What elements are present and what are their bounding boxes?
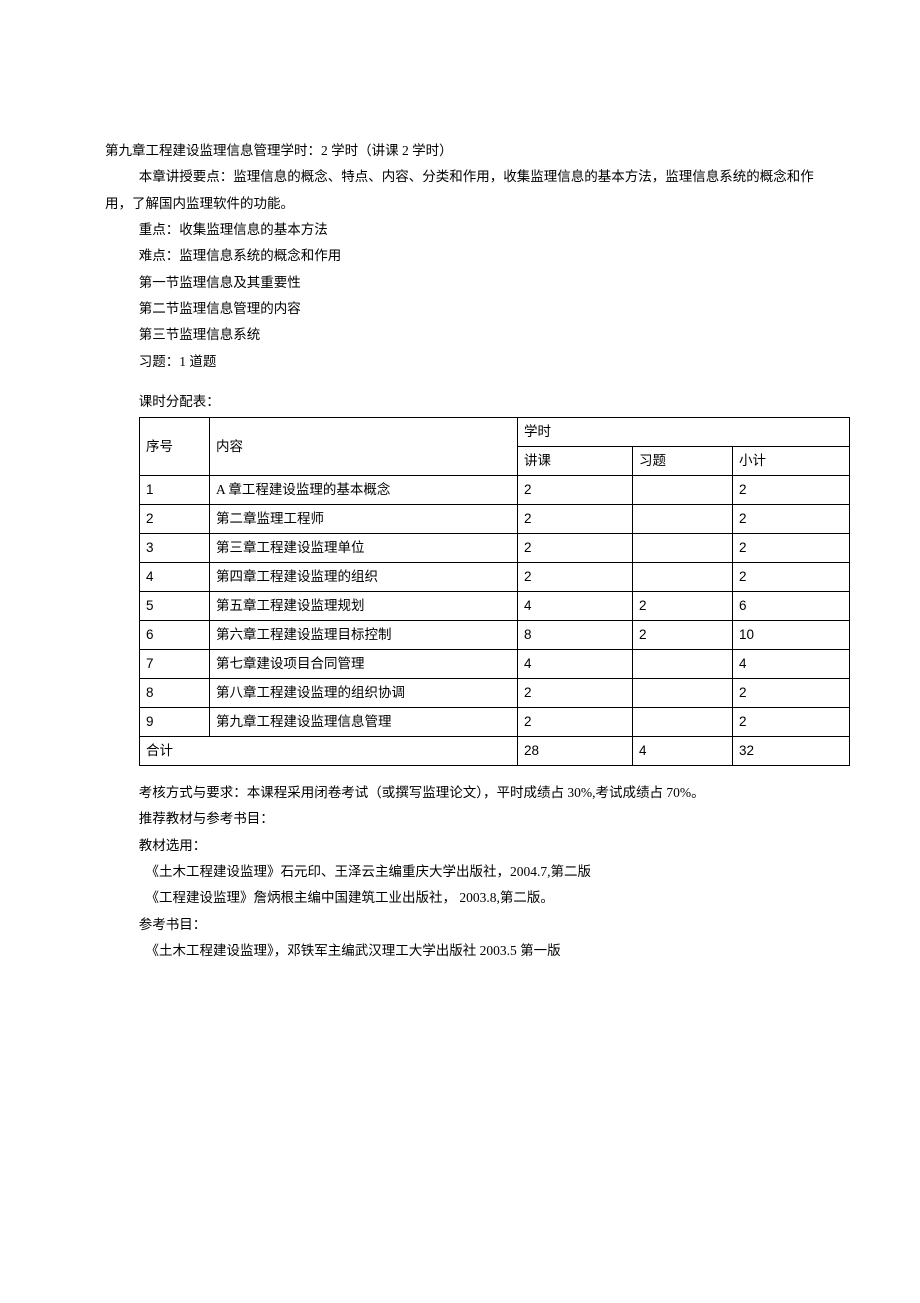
cell-subtotal: 2 xyxy=(733,679,850,708)
cell-lecture: 8 xyxy=(518,621,633,650)
cell-content: 第七章建设项目合同管理 xyxy=(210,650,518,679)
table-row: 1 A 章工程建设监理的基本概念 2 2 xyxy=(140,476,850,505)
cell-content: 第二章监理工程师 xyxy=(210,505,518,534)
cell-lecture: 2 xyxy=(518,505,633,534)
table-row: 5 第五章工程建设监理规划 4 2 6 xyxy=(140,592,850,621)
chapter-section-1: 第一节监理信息及其重要性 xyxy=(105,270,815,296)
textbook-item-2: 《工程建设监理》詹炳根主编中国建筑工业出版社， 2003.8,第二版。 xyxy=(105,885,815,911)
table-row: 7 第七章建设项目合同管理 4 4 xyxy=(140,650,850,679)
textbook-heading: 教材选用： xyxy=(105,833,815,859)
table-header-row: 序号 内容 学时 xyxy=(140,418,850,447)
cell-subtotal: 2 xyxy=(733,563,850,592)
cell-index: 9 xyxy=(140,708,210,737)
cell-subtotal: 2 xyxy=(733,534,850,563)
header-content: 内容 xyxy=(210,418,518,476)
cell-lecture: 2 xyxy=(518,708,633,737)
cell-lecture: 2 xyxy=(518,563,633,592)
cell-total-label: 合计 xyxy=(140,737,518,766)
header-hours: 学时 xyxy=(518,418,850,447)
cell-index: 1 xyxy=(140,476,210,505)
cell-exercise xyxy=(633,563,733,592)
cell-subtotal: 10 xyxy=(733,621,850,650)
cell-lecture: 4 xyxy=(518,650,633,679)
chapter-section-2: 第二节监理信息管理的内容 xyxy=(105,296,815,322)
header-index: 序号 xyxy=(140,418,210,476)
cell-exercise: 2 xyxy=(633,592,733,621)
cell-exercise xyxy=(633,679,733,708)
cell-lecture: 4 xyxy=(518,592,633,621)
cell-content: A 章工程建设监理的基本概念 xyxy=(210,476,518,505)
cell-subtotal: 2 xyxy=(733,476,850,505)
cell-content: 第九章工程建设监理信息管理 xyxy=(210,708,518,737)
table-row: 3 第三章工程建设监理单位 2 2 xyxy=(140,534,850,563)
chapter-points: 本章讲授要点：监理信息的概念、特点、内容、分类和作用，收集监理信息的基本方法，监… xyxy=(105,164,815,217)
cell-index: 5 xyxy=(140,592,210,621)
cell-subtotal: 4 xyxy=(733,650,850,679)
table-row: 4 第四章工程建设监理的组织 2 2 xyxy=(140,563,850,592)
reference-item-1: 《土木工程建设监理》，邓铁军主编武汉理工大学出版社 2003.5 第一版 xyxy=(105,938,815,964)
reference-heading: 参考书目： xyxy=(105,912,815,938)
header-exercise: 习题 xyxy=(633,447,733,476)
cell-exercise xyxy=(633,708,733,737)
cell-index: 3 xyxy=(140,534,210,563)
table-row: 6 第六章工程建设监理目标控制 8 2 10 xyxy=(140,621,850,650)
cell-content: 第六章工程建设监理目标控制 xyxy=(210,621,518,650)
allocation-title: 课时分配表： xyxy=(105,389,815,415)
cell-content: 第四章工程建设监理的组织 xyxy=(210,563,518,592)
cell-content: 第三章工程建设监理单位 xyxy=(210,534,518,563)
cell-total-lecture: 28 xyxy=(518,737,633,766)
cell-subtotal: 2 xyxy=(733,505,850,534)
chapter-heading: 第九章工程建设监理信息管理学时：2 学时（讲课 2 学时） xyxy=(105,138,815,164)
cell-exercise: 2 xyxy=(633,621,733,650)
cell-exercise xyxy=(633,534,733,563)
cell-index: 8 xyxy=(140,679,210,708)
header-subtotal: 小计 xyxy=(733,447,850,476)
cell-exercise xyxy=(633,505,733,534)
allocation-table: 序号 内容 学时 讲课 习题 小计 1 A 章工程建设监理的基本概念 2 2 2… xyxy=(139,417,850,766)
cell-total-exercise: 4 xyxy=(633,737,733,766)
textbook-item-1: 《土木工程建设监理》石元印、王泽云主编重庆大学出版社，2004.7,第二版 xyxy=(105,859,815,885)
cell-index: 7 xyxy=(140,650,210,679)
header-lecture: 讲课 xyxy=(518,447,633,476)
cell-content: 第八章工程建设监理的组织协调 xyxy=(210,679,518,708)
cell-lecture: 2 xyxy=(518,679,633,708)
cell-exercise xyxy=(633,650,733,679)
table-row: 9 第九章工程建设监理信息管理 2 2 xyxy=(140,708,850,737)
table-row: 8 第八章工程建设监理的组织协调 2 2 xyxy=(140,679,850,708)
chapter-difficulty: 难点：监理信息系统的概念和作用 xyxy=(105,243,815,269)
chapter-section-3: 第三节监理信息系统 xyxy=(105,322,815,348)
cell-total-subtotal: 32 xyxy=(733,737,850,766)
chapter-focus: 重点：收集监理信息的基本方法 xyxy=(105,217,815,243)
cell-subtotal: 2 xyxy=(733,708,850,737)
table-total-row: 合计 28 4 32 xyxy=(140,737,850,766)
recommend-heading: 推荐教材与参考书目： xyxy=(105,806,815,832)
cell-lecture: 2 xyxy=(518,534,633,563)
chapter-exercise: 习题：1 道题 xyxy=(105,349,815,375)
cell-lecture: 2 xyxy=(518,476,633,505)
cell-content: 第五章工程建设监理规划 xyxy=(210,592,518,621)
cell-subtotal: 6 xyxy=(733,592,850,621)
cell-exercise xyxy=(633,476,733,505)
table-row: 2 第二章监理工程师 2 2 xyxy=(140,505,850,534)
cell-index: 4 xyxy=(140,563,210,592)
exam-requirements: 考核方式与要求：本课程采用闭卷考试（或撰写监理论文），平时成绩占 30%,考试成… xyxy=(105,780,815,806)
cell-index: 6 xyxy=(140,621,210,650)
cell-index: 2 xyxy=(140,505,210,534)
